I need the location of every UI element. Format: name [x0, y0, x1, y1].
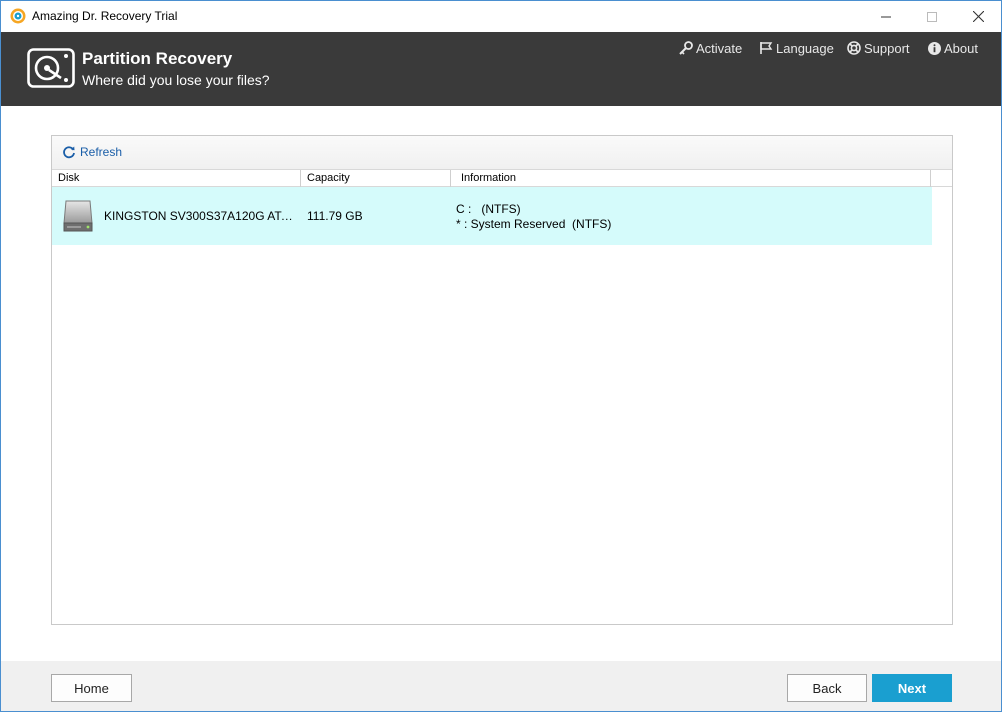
- close-button[interactable]: [955, 1, 1001, 32]
- next-button[interactable]: Next: [872, 674, 952, 702]
- column-header-disk[interactable]: Disk: [52, 170, 301, 187]
- language-label: Language: [776, 40, 834, 56]
- refresh-icon: [63, 146, 75, 159]
- window-title: Amazing Dr. Recovery Trial: [32, 9, 178, 23]
- back-button[interactable]: Back: [787, 674, 867, 702]
- support-label: Support: [864, 40, 910, 56]
- page-subtitle: Where did you lose your files?: [82, 72, 270, 88]
- partition-info: * : System Reserved (NTFS): [456, 217, 612, 231]
- app-header: Partition Recovery Where did you lose yo…: [1, 32, 1001, 106]
- minimize-icon: [881, 16, 891, 17]
- refresh-label: Refresh: [80, 145, 123, 159]
- app-window: Amazing Dr. Recovery Trial Partition Rec…: [0, 0, 1002, 712]
- about-link[interactable]: About: [928, 40, 978, 56]
- activate-link[interactable]: Activate: [679, 40, 742, 56]
- footer-bar: Home Back Next: [1, 661, 1001, 711]
- activate-label: Activate: [696, 40, 743, 56]
- about-label: About: [944, 40, 978, 56]
- table-row[interactable]: KINGSTON SV300S37A120G ATA Device 111.79…: [52, 187, 932, 245]
- maximize-icon: [927, 11, 937, 22]
- table-header: Disk Capacity Information: [52, 169, 952, 187]
- disk-capacity: 111.79 GB: [307, 209, 363, 223]
- column-header-capacity[interactable]: Capacity: [301, 170, 451, 187]
- app-logo-icon: [10, 8, 26, 24]
- page-title: Partition Recovery: [82, 49, 233, 68]
- lifebuoy-icon: [847, 41, 861, 55]
- language-link[interactable]: Language: [759, 40, 834, 56]
- partition-info: C : (NTFS): [456, 202, 521, 216]
- support-link[interactable]: Support: [847, 40, 910, 56]
- minimize-button[interactable]: [863, 1, 909, 32]
- flag-icon: [760, 42, 773, 54]
- panel-toolbar: Refresh: [52, 136, 952, 169]
- home-button[interactable]: Home: [51, 674, 132, 702]
- disk-list-panel: Refresh Disk Capacity Information KINGST…: [51, 135, 953, 625]
- refresh-button[interactable]: Refresh: [62, 145, 122, 159]
- hard-drive-recovery-icon: [27, 48, 75, 88]
- title-bar: Amazing Dr. Recovery Trial: [1, 1, 1001, 32]
- hard-disk-icon: [62, 199, 94, 233]
- disk-name: KINGSTON SV300S37A120G ATA Device: [104, 209, 300, 223]
- maximize-button[interactable]: [909, 1, 955, 32]
- key-icon: [679, 41, 693, 55]
- column-header-information[interactable]: Information: [451, 170, 931, 187]
- info-icon: [928, 41, 941, 55]
- close-icon: [972, 11, 984, 22]
